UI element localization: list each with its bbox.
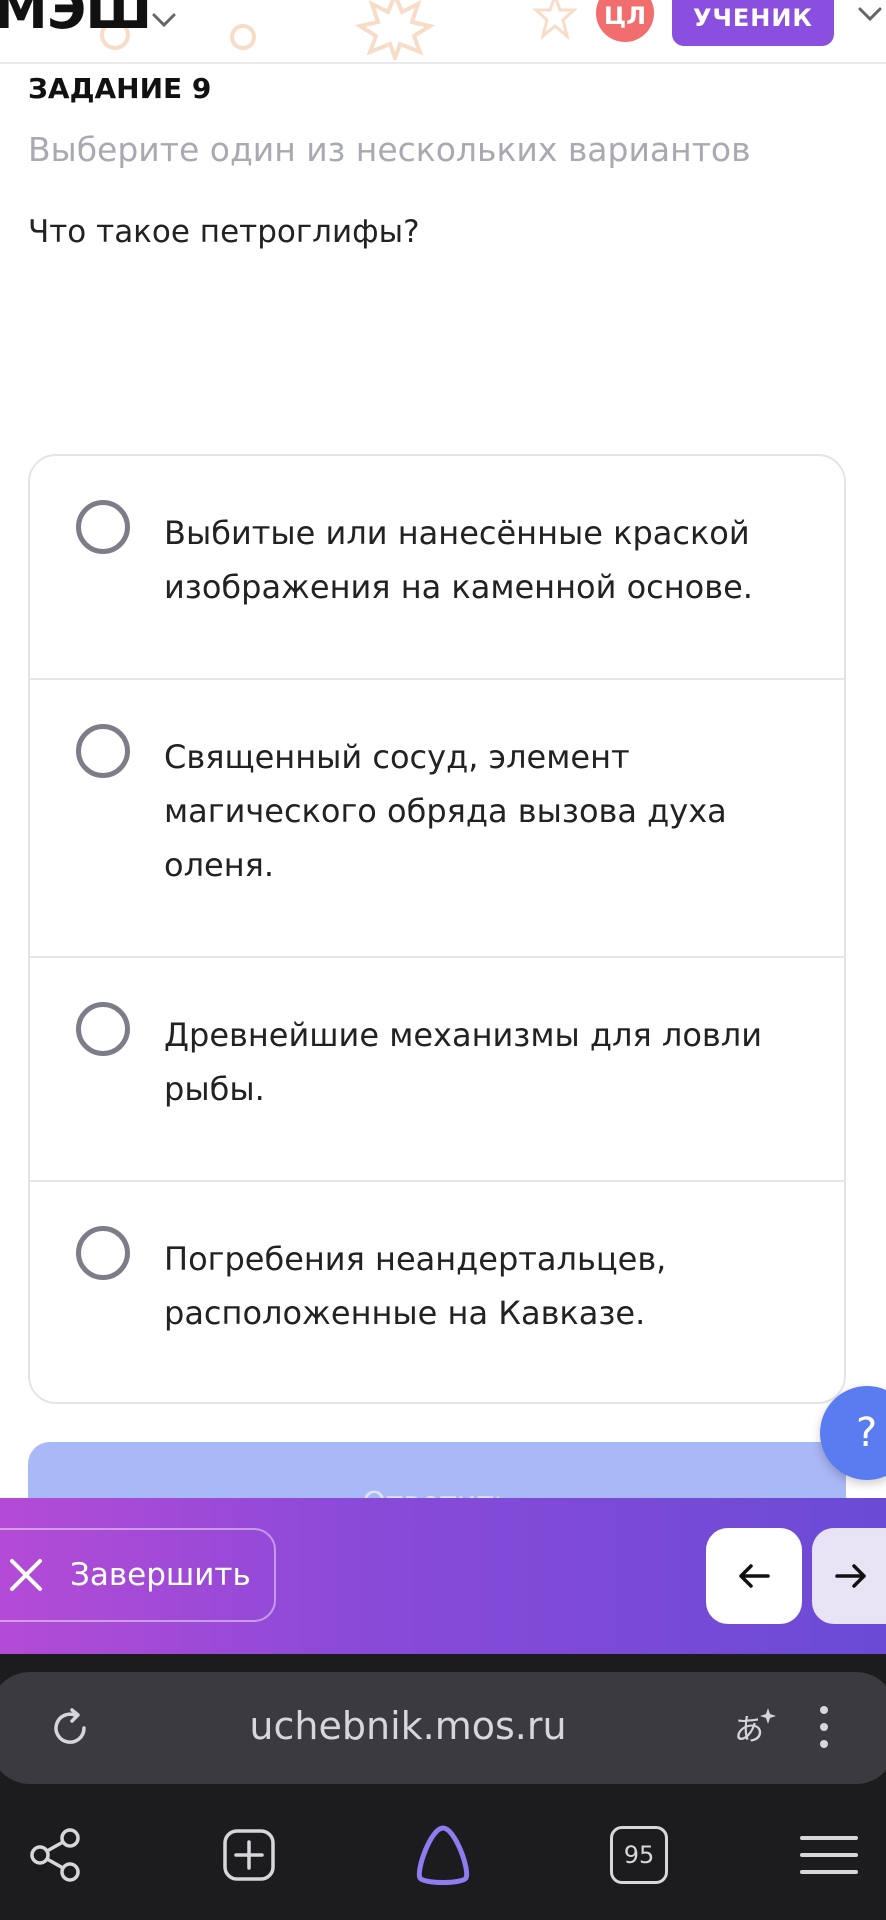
radio-button[interactable] bbox=[76, 1002, 130, 1056]
answer-option-label: Древнейшие механизмы для ловли рыбы. bbox=[164, 1016, 763, 1108]
answer-option[interactable]: Священный сосуд, элемент магического обр… bbox=[30, 680, 844, 958]
maple-leaf-icon bbox=[354, 0, 436, 60]
radio-button[interactable] bbox=[76, 724, 130, 778]
question-text: Что такое петроглифы? bbox=[28, 214, 420, 250]
browser-chrome: uchebnik.mos.ru あ 95 bbox=[0, 1654, 886, 1920]
answer-option-label: Погребения неандертальцев, расположенные… bbox=[164, 1240, 667, 1332]
task-title: ЗАДАНИЕ 9 bbox=[28, 72, 212, 105]
chevron-down-icon[interactable] bbox=[150, 6, 178, 34]
radio-button[interactable] bbox=[76, 500, 130, 554]
avatar[interactable]: ЦЛ bbox=[596, 0, 654, 42]
logo[interactable]: МЭШ bbox=[0, 0, 152, 41]
close-icon bbox=[10, 1559, 42, 1591]
new-tab-icon[interactable] bbox=[220, 1826, 278, 1884]
radio-button[interactable] bbox=[76, 1226, 130, 1280]
alice-assistant-icon[interactable] bbox=[410, 1822, 476, 1888]
url-text[interactable]: uchebnik.mos.ru bbox=[0, 1704, 826, 1748]
next-button[interactable] bbox=[812, 1528, 886, 1624]
finish-label: Завершить bbox=[70, 1557, 251, 1593]
svg-text:あ: あ bbox=[734, 1713, 764, 1748]
previous-button[interactable] bbox=[706, 1528, 802, 1624]
answer-option-label: Священный сосуд, элемент магического обр… bbox=[164, 738, 727, 884]
more-options-icon[interactable] bbox=[816, 1702, 832, 1752]
share-icon[interactable] bbox=[26, 1826, 84, 1884]
app-header: МЭШ ЦЛ УЧЕНИК bbox=[0, 0, 886, 64]
browser-toolbar: 95 bbox=[0, 1804, 886, 1920]
star-decoration-icon bbox=[532, 0, 578, 41]
address-bar[interactable]: uchebnik.mos.ru あ bbox=[0, 1672, 886, 1784]
tab-count: 95 bbox=[623, 1841, 655, 1869]
finish-button[interactable]: Завершить bbox=[0, 1528, 276, 1622]
arrow-right-icon bbox=[835, 1564, 866, 1588]
answer-option[interactable]: Погребения неандертальцев, расположенные… bbox=[30, 1182, 844, 1402]
task-instruction: Выберите один из нескольких вариантов bbox=[28, 130, 751, 169]
chevron-down-icon[interactable] bbox=[856, 0, 884, 28]
decoration-circle bbox=[230, 24, 256, 50]
role-button[interactable]: УЧЕНИК bbox=[672, 0, 834, 46]
menu-icon[interactable] bbox=[800, 1826, 858, 1884]
answer-options: Выбитые или нанесённые краской изображен… bbox=[28, 454, 846, 1404]
answer-option-label: Выбитые или нанесённые краской изображен… bbox=[164, 514, 753, 606]
answer-option[interactable]: Древнейшие механизмы для ловли рыбы. bbox=[30, 958, 844, 1182]
answer-option[interactable]: Выбитые или нанесённые краской изображен… bbox=[30, 456, 844, 680]
arrow-left-icon bbox=[739, 1564, 770, 1588]
test-navigation-bar: Завершить bbox=[0, 1498, 886, 1654]
translate-icon[interactable]: あ bbox=[730, 1704, 776, 1750]
tab-switcher[interactable]: 95 bbox=[610, 1826, 668, 1884]
